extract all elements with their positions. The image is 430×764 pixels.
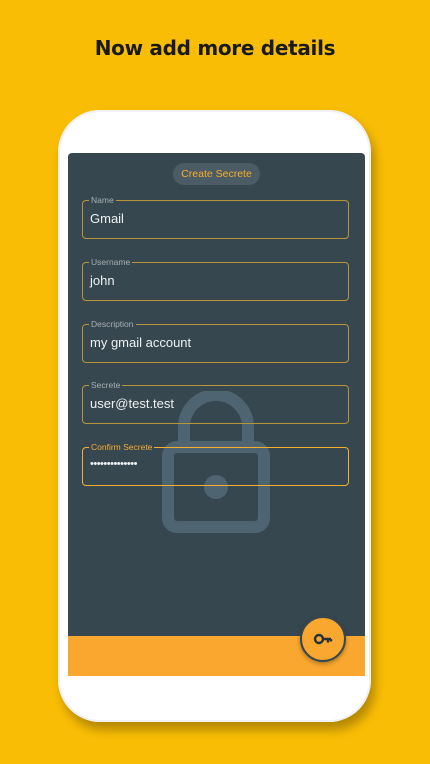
headline: Now add more details [94, 36, 336, 60]
confirm-secrete-label: Confirm Secrete [89, 442, 155, 452]
secrete-field[interactable]: Secrete user@test.test [82, 380, 349, 424]
username-value: john [90, 273, 115, 288]
secrete-label: Secrete [89, 380, 123, 390]
confirm-secrete-field[interactable]: Confirm Secrete •••••••••••••• [82, 442, 349, 486]
description-label: Description [89, 319, 136, 329]
secrete-value: user@test.test [90, 396, 175, 411]
save-fab-button[interactable] [300, 616, 346, 662]
name-value: Gmail [90, 211, 124, 226]
description-field[interactable]: Description my gmail account [82, 319, 349, 363]
key-icon [313, 633, 333, 645]
name-label: Name [89, 195, 116, 205]
app-screen: Create Secrete Name Gmail Username john … [68, 153, 365, 676]
username-field[interactable]: Username john [82, 257, 349, 301]
name-field[interactable]: Name Gmail [82, 195, 349, 239]
description-value: my gmail account [90, 335, 192, 350]
username-label: Username [89, 257, 133, 267]
screen-title: Create Secrete [173, 163, 260, 185]
confirm-secrete-value: •••••••••••••• [90, 458, 137, 470]
